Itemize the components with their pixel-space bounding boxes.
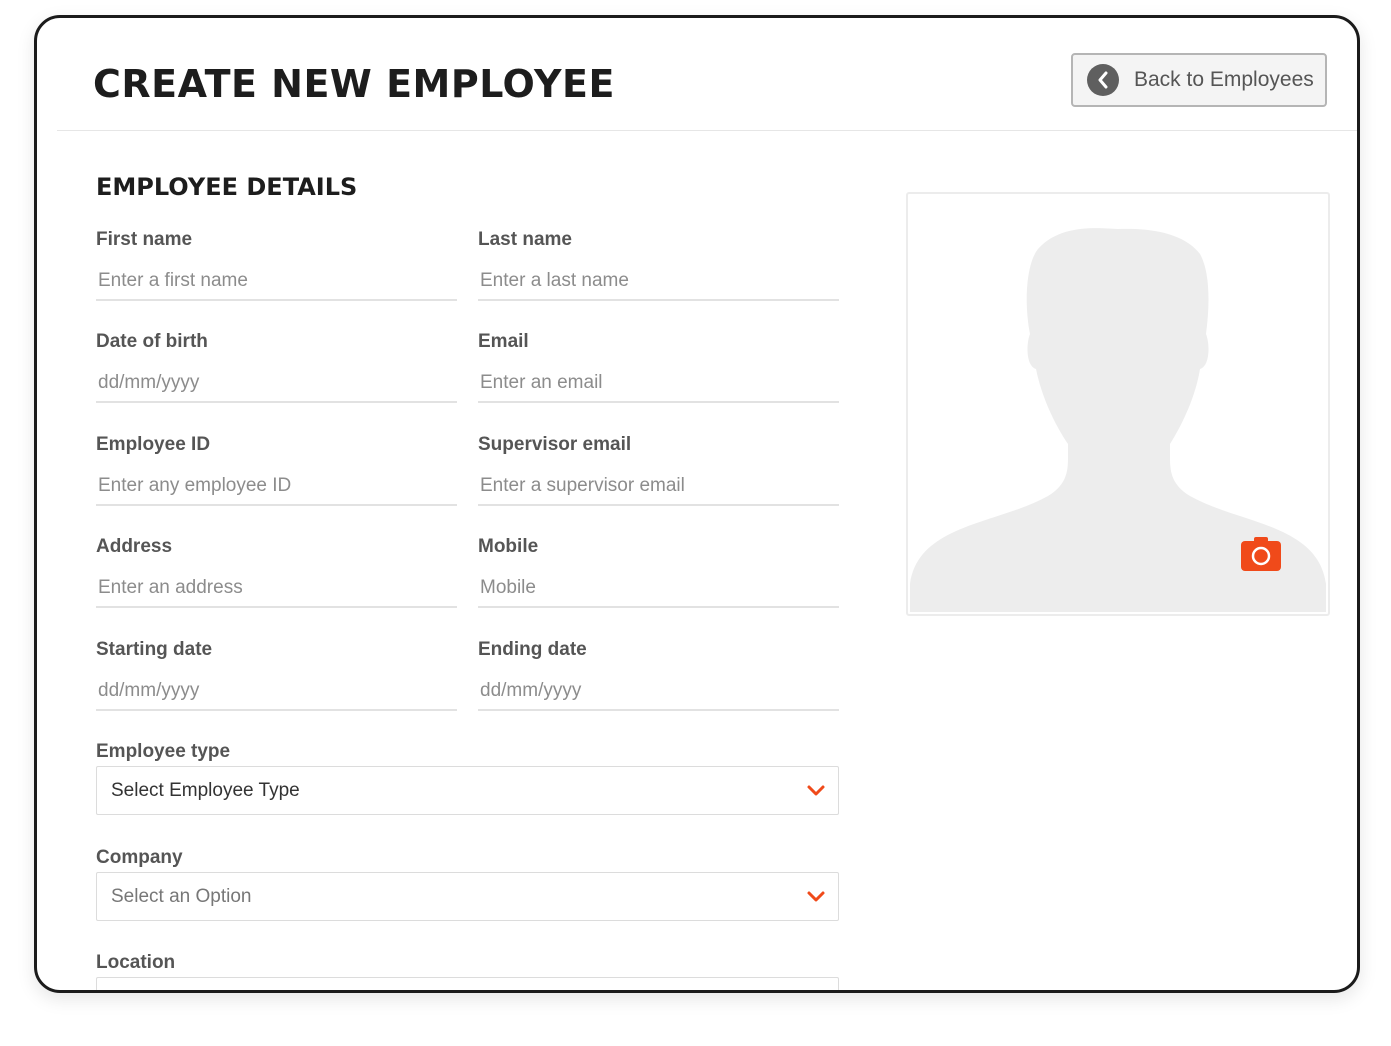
supervisor-email-field: Supervisor email bbox=[478, 432, 839, 506]
header-divider bbox=[57, 130, 1357, 131]
section-title: EMPLOYEE DETAILS bbox=[96, 173, 358, 201]
company-select[interactable]: Select an Option bbox=[96, 872, 839, 921]
location-field: Location bbox=[96, 950, 839, 990]
chevron-down-icon bbox=[806, 784, 826, 798]
date-of-birth-field: Date of birth bbox=[96, 329, 457, 403]
photo-upload-panel[interactable] bbox=[906, 192, 1330, 616]
date-of-birth-label: Date of birth bbox=[96, 331, 208, 352]
company-value: Select an Option bbox=[111, 885, 252, 907]
first-name-label: First name bbox=[96, 229, 193, 250]
mobile-input[interactable] bbox=[478, 570, 839, 608]
employee-id-field: Employee ID bbox=[96, 432, 457, 506]
back-button-label: Back to Employees bbox=[1134, 68, 1314, 91]
employee-type-field: Employee type Select Employee Type bbox=[96, 739, 839, 815]
starting-date-label: Starting date bbox=[96, 639, 213, 660]
chevron-left-icon bbox=[1087, 64, 1119, 96]
email-label: Email bbox=[478, 331, 529, 352]
camera-icon bbox=[1241, 537, 1281, 571]
starting-date-input[interactable] bbox=[96, 673, 457, 711]
first-name-field: First name bbox=[96, 227, 457, 301]
company-label: Company bbox=[96, 847, 183, 868]
ending-date-label: Ending date bbox=[478, 639, 587, 660]
email-input[interactable] bbox=[478, 365, 839, 403]
ending-date-input[interactable] bbox=[478, 673, 839, 711]
chevron-down-icon bbox=[806, 890, 826, 904]
location-label: Location bbox=[96, 952, 176, 973]
date-of-birth-input[interactable] bbox=[96, 365, 457, 403]
supervisor-email-label: Supervisor email bbox=[478, 434, 632, 455]
address-field: Address bbox=[96, 534, 457, 608]
supervisor-email-input[interactable] bbox=[478, 468, 839, 506]
first-name-input[interactable] bbox=[96, 263, 457, 301]
address-label: Address bbox=[96, 536, 173, 557]
ending-date-field: Ending date bbox=[478, 637, 839, 711]
employee-id-label: Employee ID bbox=[96, 434, 211, 455]
camera-button[interactable] bbox=[1240, 536, 1282, 572]
email-field: Email bbox=[478, 329, 839, 403]
employee-type-select[interactable]: Select Employee Type bbox=[96, 766, 839, 815]
last-name-label: Last name bbox=[478, 229, 572, 250]
mobile-label: Mobile bbox=[478, 536, 539, 557]
employee-type-label: Employee type bbox=[96, 741, 231, 762]
mobile-field: Mobile bbox=[478, 534, 839, 608]
company-field: Company Select an Option bbox=[96, 845, 839, 921]
page-title: CREATE NEW EMPLOYEE bbox=[93, 62, 615, 106]
location-select[interactable] bbox=[96, 977, 839, 990]
employee-id-input[interactable] bbox=[96, 468, 457, 506]
app-window: CREATE NEW EMPLOYEE Back to Employees EM… bbox=[34, 15, 1360, 993]
employee-type-value: Select Employee Type bbox=[111, 779, 300, 801]
last-name-input[interactable] bbox=[478, 263, 839, 301]
starting-date-field: Starting date bbox=[96, 637, 457, 711]
address-input[interactable] bbox=[96, 570, 457, 608]
last-name-field: Last name bbox=[478, 227, 839, 301]
back-to-employees-button[interactable]: Back to Employees bbox=[1071, 53, 1327, 107]
